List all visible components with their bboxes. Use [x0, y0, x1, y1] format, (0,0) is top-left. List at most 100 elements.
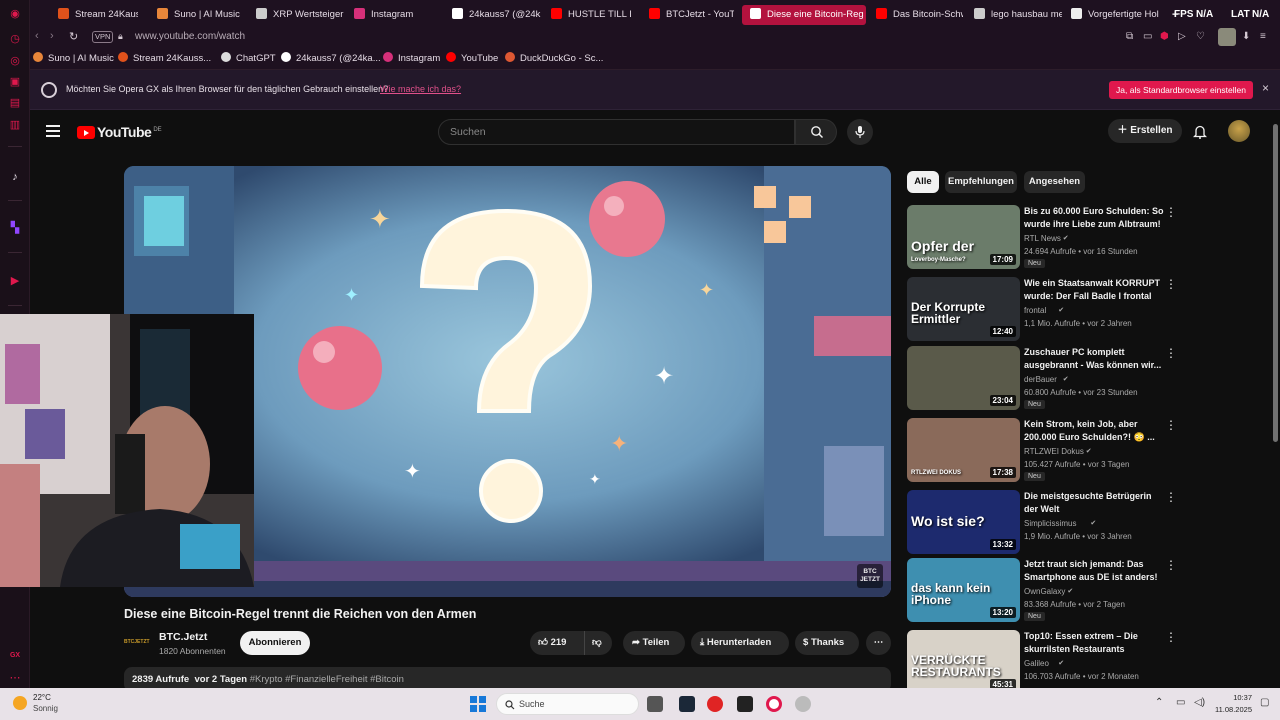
twitch-gx-icon[interactable]: ▣ [9, 76, 21, 88]
steam-icon[interactable] [679, 696, 695, 712]
search-button[interactable] [795, 119, 837, 145]
browser-tab[interactable]: HUSTLE TILL DE [551, 5, 631, 25]
search-input[interactable]: Suchen [438, 119, 795, 145]
recommendation-item[interactable]: Wo ist sie? 13:32 Die meistgesuchte Betrüg… [907, 490, 1269, 554]
player-icon[interactable]: ▶ [9, 275, 21, 287]
bookmark-item[interactable]: ChatGPT [221, 52, 276, 64]
more-vertical-icon[interactable]: ⋮ [1165, 205, 1177, 219]
voice-search-button[interactable] [847, 119, 873, 145]
recommendation-thumbnail[interactable]: RTLZWEI DOKUS 17:38 [907, 418, 1020, 482]
browser-tab[interactable]: Stream 24Kauss [58, 5, 138, 25]
bookmark-item[interactable]: Suno | AI Music [33, 52, 114, 64]
recommendation-thumbnail[interactable]: VERRÜCKTE RESTAURANTS 45:31 [907, 630, 1020, 694]
browser-tab[interactable]: 24kauss7 (@24k [452, 5, 542, 25]
opera-gx-taskbar-icon[interactable] [766, 696, 782, 712]
tiktok-icon[interactable]: ♪ [9, 171, 21, 183]
forward-icon[interactable]: › [50, 30, 54, 42]
heart-icon[interactable]: ♡ [1196, 31, 1205, 42]
recommendation-title[interactable]: Jetzt traut sich jemand: Das Smartphone … [1024, 558, 1168, 584]
banner-close-icon[interactable]: × [1262, 81, 1269, 95]
dislike-button[interactable]: 👎︎ [592, 631, 602, 655]
twitch-icon[interactable]: ▚ [9, 222, 21, 234]
browser-tab[interactable]: lego hausbau mei [974, 5, 1062, 25]
tray-chevron-icon[interactable]: ⌃ [1155, 697, 1163, 708]
channel-logo[interactable]: BTCJETZT [124, 632, 150, 652]
app-settings-icon[interactable] [795, 696, 811, 712]
bookmark-item[interactable]: 24kauss7 (@24ka... [281, 52, 381, 64]
browser-tab[interactable]: Diese eine Bitcoin-Reg [742, 5, 866, 25]
network-icon[interactable]: ▭ [1176, 697, 1185, 708]
recommendation-channel[interactable]: Galileo [1024, 659, 1049, 668]
recommendation-title[interactable]: Top10: Essen extrem – Die skurrilsten Re… [1024, 630, 1168, 656]
ads-icon[interactable]: ▤ [9, 97, 21, 109]
menu-hamburger-icon[interactable] [46, 125, 60, 140]
more-vertical-icon[interactable]: ⋮ [1165, 346, 1177, 360]
share-button[interactable]: ➦ Teilen [623, 631, 685, 655]
recommendation-item[interactable]: 23:04 Zuschauer PC komplett ausgebrannt -… [907, 346, 1269, 410]
gx-logo-icon[interactable]: GX [9, 650, 21, 662]
reader-icon[interactable]: ▭ [1143, 31, 1152, 42]
recommendation-item[interactable]: Opfer der Loverboy-Masche? 17:09 Bis zu 60.… [907, 205, 1269, 269]
bookmark-item[interactable]: Stream 24Kauss... [118, 52, 211, 64]
thanks-button[interactable]: $ Thanks [795, 631, 859, 655]
notification-center-icon[interactable]: ▢ [1260, 697, 1269, 708]
speed-dial-icon[interactable]: ◷ [9, 33, 21, 45]
youtube-logo[interactable]: YouTube DE [77, 124, 162, 142]
recommendation-channel[interactable]: Simplicissimus [1024, 519, 1076, 528]
subscribe-button[interactable]: Abonnieren [240, 631, 310, 655]
chip-all[interactable]: Alle [907, 171, 939, 193]
recommendation-title[interactable]: Wie ein Staatsanwalt KORRUPT wurde: Der … [1024, 277, 1168, 303]
recommendation-item[interactable]: RTLZWEI DOKUS 17:38 Kein Strom, kein Job, … [907, 418, 1269, 482]
recommendation-channel[interactable]: RTL News [1024, 234, 1061, 243]
more-vertical-icon[interactable]: ⋮ [1165, 490, 1177, 504]
download-button[interactable]: ⤓ Herunterladen [691, 631, 789, 655]
more-icon[interactable]: ⋯ [9, 672, 21, 684]
player-control-icon[interactable]: ▷ [1178, 31, 1186, 42]
recommendation-channel[interactable]: RTLZWEI Dokus [1024, 447, 1084, 456]
url-field[interactable]: www.youtube.com/watch [135, 31, 245, 42]
banner-help-link[interactable]: Wie mache ich das? [380, 84, 461, 94]
more-vertical-icon[interactable]: ⋮ [1165, 558, 1177, 572]
chip-watched[interactable]: Angesehen [1024, 171, 1085, 193]
scrollbar-thumb[interactable] [1273, 124, 1278, 442]
control-icon[interactable]: ◎ [9, 55, 21, 67]
channel-name[interactable]: BTC.Jetzt [159, 631, 207, 643]
task-view-icon[interactable] [647, 696, 663, 712]
recommendation-item[interactable]: das kann kein iPhone 13:20 Jetzt traut sic… [907, 558, 1269, 622]
start-windows-icon[interactable] [470, 696, 486, 712]
more-vertical-icon[interactable]: ⋮ [1165, 277, 1177, 291]
recommendation-channel[interactable]: derBauer [1024, 375, 1057, 384]
channel-watermark[interactable]: BTC JETZT [857, 564, 883, 588]
recommendation-title[interactable]: Zuschauer PC komplett ausgebrannt - Was … [1024, 346, 1168, 372]
snapshot-icon[interactable]: ⧉ [1126, 31, 1133, 42]
recommendation-title[interactable]: Kein Strom, kein Job, aber 200.000 Euro … [1024, 418, 1168, 444]
app-red-icon[interactable] [707, 696, 723, 712]
profile-avatar[interactable] [1218, 28, 1236, 46]
news-icon[interactable]: ▥ [9, 119, 21, 131]
browser-tab[interactable]: Das Bitcoin-Schw [876, 5, 963, 25]
recommendation-title[interactable]: Die meistgesuchte Betrügerin der Welt [1024, 490, 1168, 516]
recommendation-title[interactable]: Bis zu 60.000 Euro Schulden: So wurde ih… [1024, 205, 1168, 231]
browser-tab[interactable]: XRP Wertsteiger [256, 5, 344, 25]
taskbar-search[interactable]: Suche [496, 693, 639, 715]
browser-tab[interactable]: BTCJetzt - YouTu [649, 5, 734, 25]
shield-icon[interactable]: ⬢ [1160, 31, 1169, 42]
recommendation-thumbnail[interactable]: 23:04 [907, 346, 1020, 410]
more-vertical-icon[interactable]: ⋮ [1165, 630, 1177, 644]
back-icon[interactable]: ‹ [35, 30, 39, 42]
recommendation-channel[interactable]: frontal [1024, 306, 1046, 315]
recommendation-item[interactable]: Der Korrupte Ermittler 12:40 Wie ein Staat… [907, 277, 1269, 341]
bookmark-item[interactable]: DuckDuckGo - Sc... [505, 52, 603, 64]
recommendation-thumbnail[interactable]: Opfer der Loverboy-Masche? 17:09 [907, 205, 1020, 269]
set-default-button[interactable]: Ja, als Standardbrowser einstellen [1109, 81, 1253, 99]
recommendation-thumbnail[interactable]: Der Korrupte Ermittler 12:40 [907, 277, 1020, 341]
page-scrollbar[interactable] [1271, 112, 1280, 688]
vpn-badge[interactable]: VPN [92, 31, 114, 43]
recommendation-thumbnail[interactable]: das kann kein iPhone 13:20 [907, 558, 1020, 622]
opera-gx-icon[interactable]: ◉ [9, 8, 21, 20]
reload-icon[interactable]: ↻ [69, 30, 78, 43]
like-button[interactable]: 👍︎ 219 [538, 631, 566, 655]
recommendation-item[interactable]: VERRÜCKTE RESTAURANTS 45:31 Top10: Essen e… [907, 630, 1269, 694]
epic-games-icon[interactable] [737, 696, 753, 712]
create-button[interactable]: ＋ Erstellen [1108, 119, 1182, 143]
